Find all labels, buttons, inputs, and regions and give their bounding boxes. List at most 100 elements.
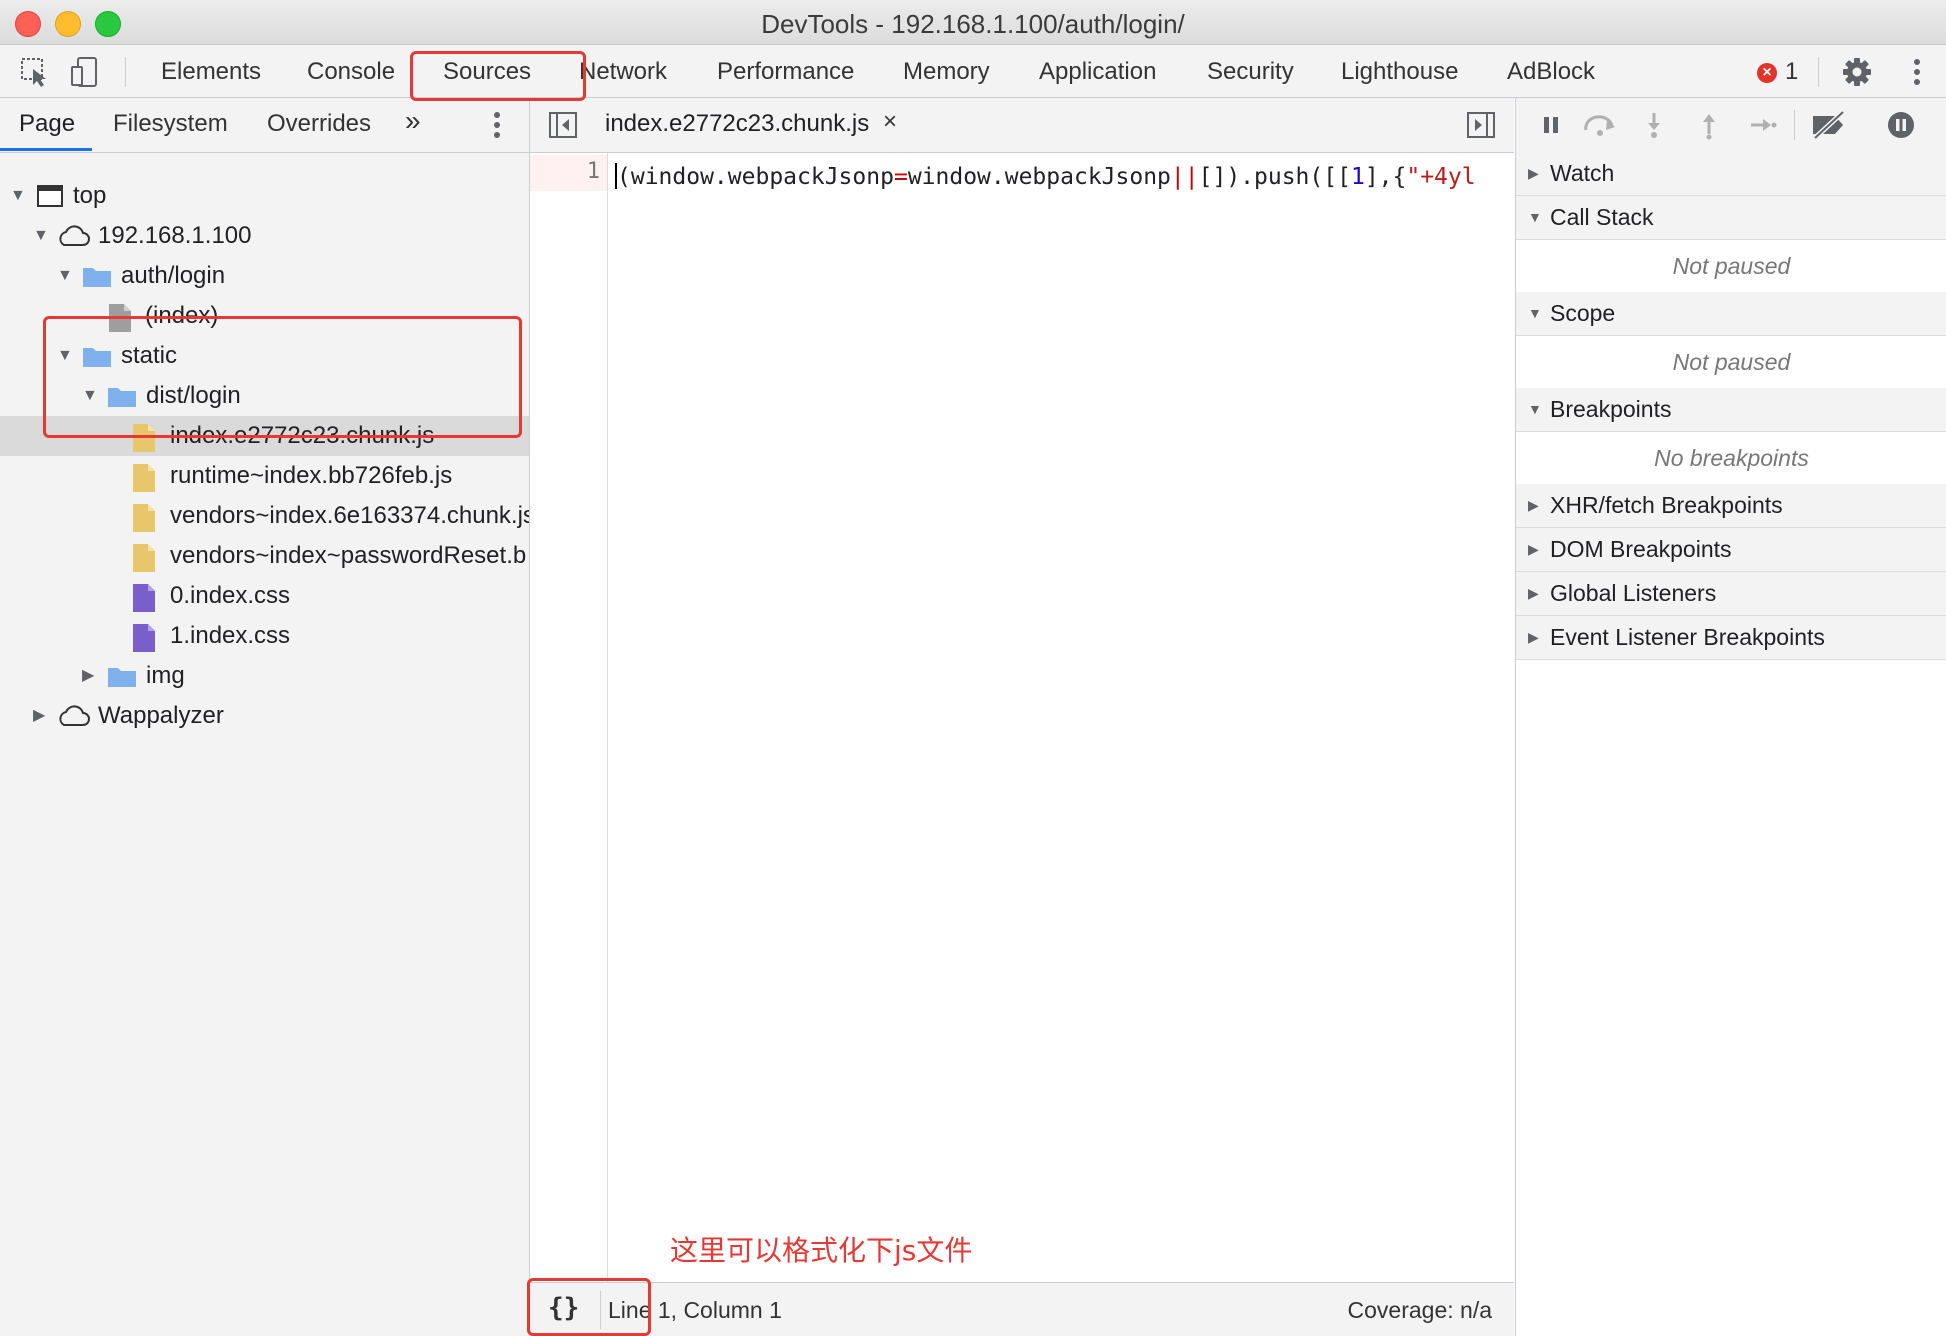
expanded-triangle-icon: ▼ [10, 187, 26, 204]
open-file-tab[interactable]: index.e2772c23.chunk.js [605, 110, 869, 138]
tab-memory[interactable]: Memory [903, 55, 990, 89]
tree-item-dist-login[interactable]: ▼ dist/login [0, 376, 529, 416]
tree-item-auth-login[interactable]: ▼ auth/login [0, 256, 529, 296]
tab-performance[interactable]: Performance [717, 55, 854, 89]
expanded-triangle-icon: ▼ [57, 347, 73, 364]
tree-item-wappalyzer[interactable]: ▶ Wappalyzer [0, 696, 529, 736]
tree-item-file[interactable]: runtime~index.bb726feb.js [0, 456, 529, 496]
folder-icon [83, 268, 111, 287]
line-gutter: 1 [530, 153, 608, 1282]
pause-icon[interactable] [1536, 110, 1566, 140]
editor-tab-bar: index.e2772c23.chunk.js × [530, 98, 1514, 153]
tab-overrides[interactable]: Overrides [267, 110, 371, 138]
active-tab-indicator [0, 148, 92, 151]
tab-page[interactable]: Page [19, 110, 75, 138]
cloud-icon [59, 705, 90, 726]
pause-on-exceptions-icon[interactable] [1886, 110, 1916, 140]
toolbar-divider [125, 57, 126, 87]
pane-title: Breakpoints [1550, 396, 1672, 422]
tree-item-file[interactable]: 1.index.css [0, 616, 529, 656]
tree-item-static[interactable]: ▼ static [0, 336, 529, 376]
pane-title: Call Stack [1550, 204, 1654, 230]
frame-icon [37, 185, 63, 207]
tab-network[interactable]: Network [579, 55, 667, 89]
event-listener-breakpoints-pane-header[interactable]: ▶ Event Listener Breakpoints [1516, 616, 1946, 660]
gear-icon[interactable] [1840, 55, 1874, 89]
tab-application[interactable]: Application [1039, 55, 1156, 89]
tab-adblock[interactable]: AdBlock [1507, 55, 1595, 89]
expanded-triangle-icon: ▼ [57, 267, 73, 284]
cloud-icon [59, 225, 90, 246]
tree-item-file[interactable]: 0.index.css [0, 576, 529, 616]
scope-empty: Not paused [1516, 336, 1946, 389]
breakpoints-pane-header[interactable]: ▼ Breakpoints [1516, 388, 1946, 432]
expanded-triangle-icon: ▼ [1528, 305, 1542, 321]
folder-icon [108, 388, 136, 407]
navigator-tab-bar: Page Filesystem Overrides » [0, 98, 529, 153]
tree-item-file[interactable]: vendors~index.6e163374.chunk.js [0, 496, 529, 536]
more-tabs-chevron-icon[interactable]: » [405, 105, 421, 137]
step-over-icon[interactable] [1580, 110, 1620, 140]
code-line[interactable]: (window.webpackJsonp=window.webpackJsonp… [615, 157, 1510, 197]
code-token: (window.webpackJsonp [617, 164, 894, 190]
tab-security[interactable]: Security [1207, 55, 1294, 89]
toolbar-divider [1818, 57, 1819, 87]
pane-title: Event Listener Breakpoints [1550, 624, 1825, 650]
annotation-text: 这里可以格式化下js文件 [670, 1234, 973, 1267]
expanded-triangle-icon: ▼ [1528, 401, 1542, 417]
global-listeners-pane-header[interactable]: ▶ Global Listeners [1516, 572, 1946, 616]
dom-breakpoints-pane-header[interactable]: ▶ DOM Breakpoints [1516, 528, 1946, 572]
toggle-debugger-icon[interactable] [1466, 110, 1496, 145]
line-number[interactable]: 1 [530, 159, 600, 184]
tree-item-host[interactable]: ▼ 192.168.1.100 [0, 216, 529, 256]
inspect-element-icon[interactable] [18, 55, 52, 89]
toggle-navigator-icon[interactable] [548, 110, 578, 145]
tab-filesystem[interactable]: Filesystem [113, 110, 228, 138]
js-file-icon [133, 544, 155, 572]
tree-item-index[interactable]: (index) [0, 296, 529, 336]
tab-console[interactable]: Console [307, 55, 395, 89]
pane-title: Global Listeners [1550, 580, 1717, 606]
pretty-print-button[interactable]: {} [548, 1293, 579, 1323]
collapsed-triangle-icon: ▶ [82, 667, 95, 684]
code-token: "+4yl [1406, 164, 1476, 190]
tree-label: static [121, 342, 178, 369]
tab-elements[interactable]: Elements [161, 55, 261, 89]
call-stack-pane-header[interactable]: ▼ Call Stack [1516, 196, 1946, 240]
navigator-menu-icon[interactable] [484, 110, 510, 145]
tree-item-file[interactable]: index.e2772c23.chunk.js [0, 416, 529, 456]
pane-title: XHR/fetch Breakpoints [1550, 492, 1783, 518]
close-tab-icon[interactable]: × [883, 108, 897, 136]
deactivate-breakpoints-icon[interactable] [1809, 110, 1849, 140]
tree-label: index.e2772c23.chunk.js [170, 422, 435, 449]
tab-sources[interactable]: Sources [443, 55, 531, 89]
js-file-icon [133, 504, 155, 532]
tab-lighthouse[interactable]: Lighthouse [1341, 55, 1458, 89]
step-icon[interactable] [1748, 110, 1778, 140]
tree-item-img[interactable]: ▶ img [0, 656, 529, 696]
xhr-breakpoints-pane-header[interactable]: ▶ XHR/fetch Breakpoints [1516, 484, 1946, 528]
collapsed-triangle-icon: ▶ [33, 707, 46, 724]
code-token: || [1170, 164, 1199, 190]
tree-item-file[interactable]: vendors~index~passwordReset.b [0, 536, 529, 576]
code-token: []).push([[ [1198, 164, 1351, 190]
breakpoints-empty: No breakpoints [1516, 432, 1946, 485]
more-options-icon[interactable] [1900, 55, 1934, 89]
collapsed-triangle-icon: ▶ [1528, 541, 1539, 557]
title-bar: DevTools - 192.168.1.100/auth/login/ [0, 0, 1946, 45]
collapsed-triangle-icon: ▶ [1528, 629, 1539, 645]
error-count: 1 [1785, 58, 1799, 85]
scope-pane-header[interactable]: ▼ Scope [1516, 292, 1946, 336]
collapsed-triangle-icon: ▶ [1528, 165, 1539, 181]
device-toolbar-icon[interactable] [68, 55, 102, 89]
tree-item-top[interactable]: ▼ top [0, 176, 529, 216]
tree-label: 1.index.css [170, 622, 291, 649]
step-into-icon[interactable] [1639, 110, 1669, 140]
error-counter[interactable]: × 1 [1757, 58, 1798, 86]
sources-navigator: Page Filesystem Overrides » ▼ top ▼ 192.… [0, 98, 530, 1336]
collapsed-triangle-icon: ▶ [1528, 585, 1539, 601]
watch-pane-header[interactable]: ▶ Watch [1516, 152, 1946, 196]
tree-label: auth/login [121, 262, 226, 289]
tree-label: runtime~index.bb726feb.js [170, 462, 453, 489]
step-out-icon[interactable] [1694, 110, 1724, 140]
